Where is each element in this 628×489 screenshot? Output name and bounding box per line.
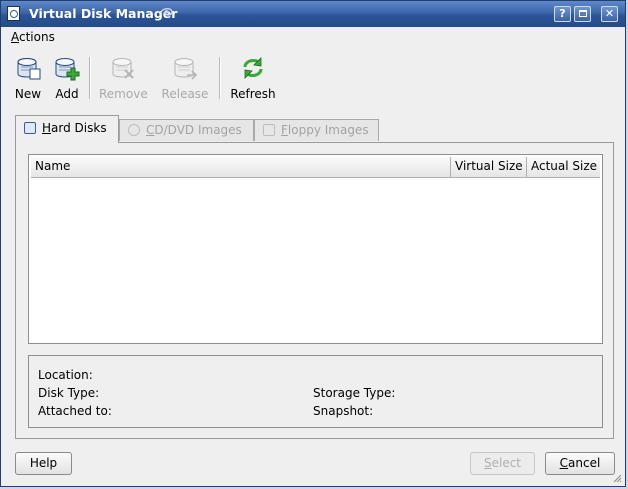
storage-type-label: Storage Type: [313,386,396,400]
remove-button[interactable]: Remove [99,55,148,101]
list-header: Name Virtual Size Actual Size [31,157,600,178]
tab-cd-dvd-label: D/DVD Images [154,123,242,137]
menu-actions[interactable]: Actions [11,30,55,44]
help-title-button[interactable]: ? [554,6,571,22]
menu-actions-label: ctions [19,30,55,44]
new-disk-icon [17,58,41,80]
location-label: Location: [38,368,93,382]
add-button[interactable]: Add [53,55,81,101]
close-button[interactable]: ✕ [601,6,618,22]
tab-floppy-label: loppy Images [287,123,369,137]
add-label: Add [55,87,79,101]
help-button[interactable]: Help [15,452,72,475]
app-icon [7,6,20,21]
menu-bar: Actions [1,27,625,49]
column-header-actual-size[interactable]: Actual Size [527,157,602,177]
window-title: Virtual Disk Manager [29,6,178,21]
column-header-virtual-size[interactable]: Virtual Size [451,157,527,177]
menu-actions-mnemonic: A [11,30,19,44]
cancel-button[interactable]: Cancel [545,452,615,475]
attached-to-label: Attached to: [38,404,112,418]
select-mnemonic: S [483,456,492,470]
tab-hard-disks[interactable]: Hard Disks [15,115,119,143]
tab-cd-dvd-images[interactable]: CD/DVD Images [119,119,254,141]
remove-disk-icon [112,58,134,79]
cd-disc-icon [128,124,140,136]
tab-hard-disks-mnemonic: H [42,121,52,135]
new-label: New [14,87,42,101]
refresh-icon [243,57,263,79]
toolbar: New Add Remove Release Refresh [1,51,625,105]
refresh-label: Refresh [230,87,276,101]
toolbar-separator [89,57,91,99]
resize-grip-icon[interactable] [612,473,622,483]
new-button[interactable]: New [13,55,43,101]
title-bar[interactable]: Virtual Disk Manager ? ✕ [1,1,625,27]
select-label: elect [491,456,522,470]
toolbar-separator [219,57,221,99]
maximize-icon [578,10,587,17]
tab-hard-disks-label: ard Disks [51,121,107,135]
swirl-icon [160,8,173,16]
release-disk-icon [174,58,198,80]
maximize-button[interactable] [574,6,591,22]
release-label: Release [161,87,209,101]
cancel-mnemonic: C [559,456,569,470]
hard-disk-icon [24,122,36,134]
release-button[interactable]: Release [161,55,209,101]
tab-floppy-images[interactable]: Floppy Images [254,119,379,141]
disk-info-group: Location: Disk Type: Attached to: Storag… [28,355,603,428]
remove-label: Remove [99,87,148,101]
disk-list[interactable]: Name Virtual Size Actual Size [28,154,603,344]
disk-type-label: Disk Type: [38,386,100,400]
virtual-disk-manager-window: Virtual Disk Manager ? ✕ Actions New Add… [0,0,626,487]
floppy-disk-icon [263,124,275,136]
refresh-button[interactable]: Refresh [230,55,276,101]
tab-floppy-mnemonic: F [281,123,288,137]
add-disk-icon [55,58,80,81]
column-header-name[interactable]: Name [31,157,451,177]
snapshot-label: Snapshot: [313,404,374,418]
cancel-label: ancel [568,456,601,470]
hard-disks-panel: Name Virtual Size Actual Size Location: … [15,142,614,439]
select-button[interactable]: Select [470,452,535,475]
